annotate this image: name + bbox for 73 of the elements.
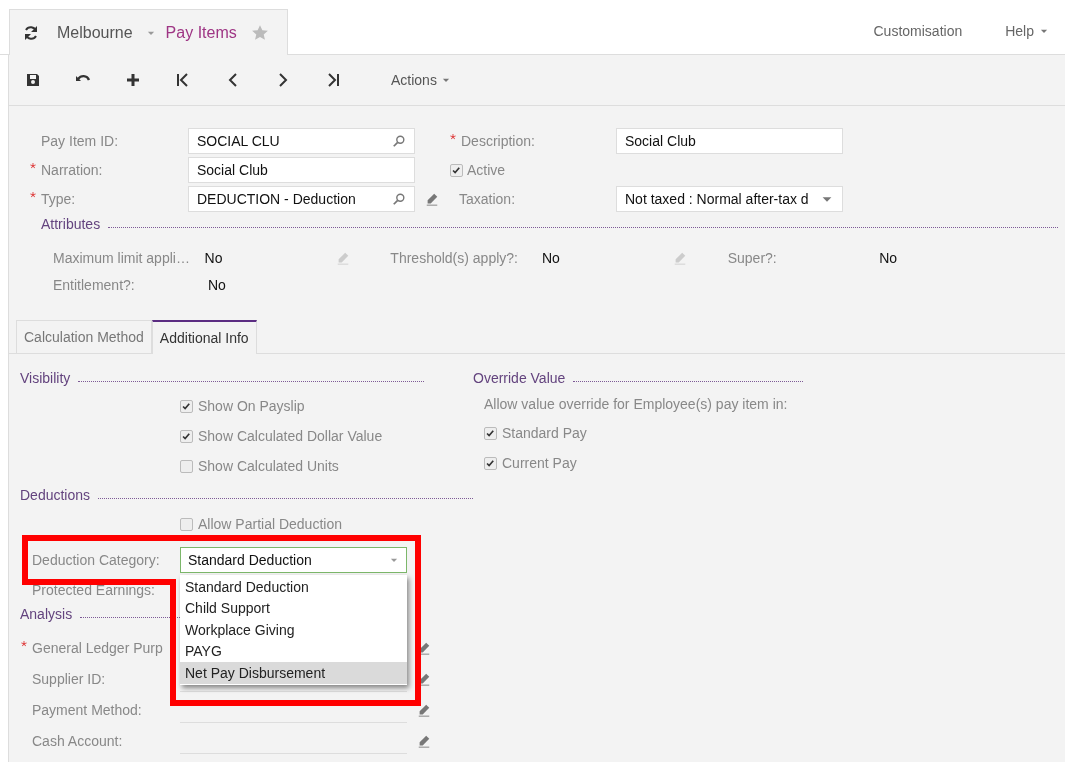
input-field[interactable]: Not taxed : Normal after-tax d	[616, 186, 843, 212]
checkbox-label: Active	[467, 162, 506, 178]
attribute-label: Threshold(s) apply?:	[390, 249, 519, 266]
pencil-icon[interactable]	[417, 702, 431, 717]
field-label: Taxation:	[459, 191, 516, 207]
section-title: Attributes	[41, 216, 101, 232]
attribute-label: Super?:	[727, 249, 778, 266]
attribute-value: No	[208, 276, 226, 293]
check-icon	[181, 400, 192, 412]
checkbox-label: Show Calculated Units	[198, 458, 339, 474]
checkbox-label: Show On Payslip	[198, 398, 305, 414]
first-record-icon[interactable]	[175, 72, 191, 88]
star-icon[interactable]	[250, 23, 269, 42]
checkbox[interactable]	[180, 429, 193, 443]
screen-title: Pay Items	[165, 23, 237, 42]
pencil-icon[interactable]	[417, 733, 431, 748]
checkbox-label: Current Pay	[502, 455, 577, 471]
field-label: Payment Method:	[32, 701, 142, 718]
dropdown-option[interactable]: Child Support	[180, 597, 407, 619]
help-menu[interactable]: Help	[1005, 23, 1049, 39]
section-title: Deductions	[20, 487, 91, 503]
section-title: Override Value	[473, 370, 566, 386]
section-title: Visibility	[20, 370, 71, 386]
field-label: Protected Earnings:	[32, 581, 155, 598]
checkbox[interactable]	[180, 459, 193, 473]
field-label: Description:	[461, 133, 535, 149]
tab[interactable]: Calculation Method	[16, 320, 152, 353]
note-text: Allow value override for Employee(s) pay item in:	[484, 396, 788, 412]
checkbox-label: Standard Pay	[502, 425, 587, 441]
field-label: Narration:	[41, 162, 103, 178]
check-icon	[485, 457, 496, 469]
actions-menu[interactable]: Actions	[391, 72, 451, 88]
check-icon	[451, 164, 462, 176]
tab[interactable]: Additional Info	[151, 320, 257, 354]
field-label: Cash Account:	[32, 732, 123, 749]
checkbox[interactable]	[180, 399, 193, 413]
search-icon[interactable]	[392, 192, 406, 206]
checkbox[interactable]	[450, 163, 463, 177]
header-link[interactable]: Customisation	[873, 23, 963, 39]
last-record-icon[interactable]	[325, 72, 341, 88]
checkbox-label: Show Calculated Dollar Value	[198, 428, 383, 444]
save-icon[interactable]	[25, 72, 41, 88]
field-label: General Ledger Purp	[32, 639, 163, 656]
input-field[interactable]: Social Club	[188, 157, 415, 183]
company-name[interactable]: Melbourne	[57, 23, 133, 42]
field-label: Pay Item ID:	[41, 133, 119, 149]
input-field[interactable]: SOCIAL CLU	[188, 128, 415, 154]
search-icon[interactable]	[392, 134, 406, 148]
attribute-value: No	[541, 249, 560, 266]
check-icon	[485, 427, 496, 439]
attribute-value: No	[879, 249, 898, 266]
refresh-icon[interactable]	[23, 24, 39, 41]
attribute-label: Entitlement?:	[53, 276, 136, 293]
attribute-label: Maximum limit appli…	[53, 249, 191, 266]
dropdown-option[interactable]: Workplace Giving	[180, 619, 407, 641]
dropdown-option[interactable]: PAYG	[180, 640, 407, 662]
dropdown-option[interactable]: Standard Deduction	[180, 576, 407, 598]
checkbox[interactable]	[180, 517, 193, 531]
checkbox[interactable]	[484, 456, 497, 470]
field-label: Supplier ID:	[32, 670, 106, 687]
section-title: Analysis	[20, 606, 73, 622]
field-label: Deduction Category:	[32, 551, 160, 568]
pencil-icon[interactable]	[425, 192, 439, 206]
dropdown-field[interactable]: Standard Deduction	[180, 546, 407, 573]
check-icon	[181, 430, 192, 442]
attribute-value: No	[204, 249, 223, 266]
checkbox[interactable]	[484, 426, 497, 440]
dropdown-option[interactable]: Net Pay Disbursement	[180, 662, 407, 684]
checkbox-label: Allow Partial Deduction	[198, 516, 342, 532]
field-label: Type:	[41, 191, 76, 207]
input-field[interactable]: DEDUCTION - Deduction	[188, 186, 415, 212]
add-icon[interactable]	[125, 72, 141, 88]
input-field[interactable]: Social Club	[616, 128, 843, 154]
